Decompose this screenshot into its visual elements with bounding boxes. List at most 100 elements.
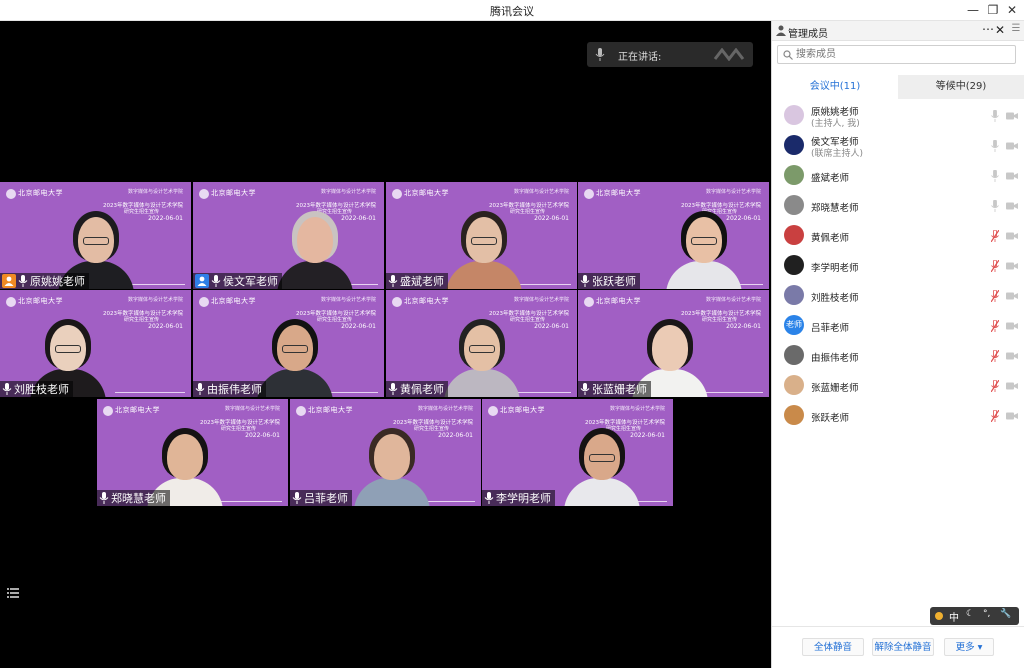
panel-menu-icon[interactable]: ☰ bbox=[1008, 23, 1024, 39]
panel-header: 管理成员 ⋯ ✕ ☰ bbox=[772, 21, 1024, 41]
camera-icon[interactable] bbox=[1006, 172, 1018, 180]
mic-muted-icon[interactable] bbox=[991, 320, 999, 332]
search-input[interactable] bbox=[796, 47, 1011, 62]
list-toggle-icon[interactable] bbox=[7, 587, 19, 599]
person-icon bbox=[776, 25, 786, 36]
video-tile[interactable]: 北京邮电大学 数字媒体与设计艺术学院 2023年数字媒体与设计艺术学院 研究生招… bbox=[0, 290, 191, 397]
video-tile[interactable]: 北京邮电大学 数字媒体与设计艺术学院 2023年数字媒体与设计艺术学院 研究生招… bbox=[386, 182, 577, 289]
member-row[interactable]: 李学明老师 bbox=[772, 251, 1024, 281]
more-button[interactable]: 更多 ▾ bbox=[944, 638, 994, 656]
member-row[interactable]: 张蓝姗老师 bbox=[772, 371, 1024, 401]
avatar bbox=[784, 225, 804, 245]
member-row[interactable]: 张跃老师 bbox=[772, 401, 1024, 431]
mic-icon[interactable] bbox=[991, 110, 999, 122]
camera-icon[interactable] bbox=[1006, 292, 1018, 300]
school-name: 北京邮电大学 bbox=[500, 406, 545, 414]
video-tile[interactable]: 北京邮电大学 数字媒体与设计艺术学院 2023年数字媒体与设计艺术学院 研究生招… bbox=[193, 182, 384, 289]
moon-icon[interactable]: ☾ bbox=[966, 609, 974, 619]
mic-muted-icon[interactable] bbox=[991, 230, 999, 242]
punctuation-icon[interactable]: °, bbox=[983, 609, 990, 619]
mic-icon[interactable] bbox=[991, 200, 999, 212]
participant-video bbox=[564, 426, 640, 506]
member-name: 黄佩老师 bbox=[811, 233, 850, 244]
participant-nametag: 侯文军老师 bbox=[193, 273, 282, 289]
camera-icon[interactable] bbox=[1006, 202, 1018, 210]
video-tile[interactable]: 北京邮电大学 数字媒体与设计艺术学院 2023年数字媒体与设计艺术学院 研究生招… bbox=[482, 399, 673, 506]
close-icon[interactable]: ✕ bbox=[1000, 0, 1024, 21]
event-date: 2022-06-01 bbox=[341, 323, 376, 330]
school-name: 北京邮电大学 bbox=[596, 189, 641, 197]
member-row[interactable]: 老师 吕菲老师 bbox=[772, 311, 1024, 341]
member-row[interactable]: 黄佩老师 bbox=[772, 221, 1024, 251]
wrench-icon[interactable]: 🔧 bbox=[1000, 609, 1011, 619]
more-options-icon[interactable]: ⋯ bbox=[982, 22, 994, 36]
member-role: (联席主持人) bbox=[811, 149, 864, 159]
mic-muted-icon[interactable] bbox=[991, 350, 999, 362]
video-tile[interactable]: 北京邮电大学 数字媒体与设计艺术学院 2023年数字媒体与设计艺术学院 研究生招… bbox=[578, 182, 769, 289]
school-logo-icon bbox=[199, 297, 209, 307]
mic-muted-icon[interactable] bbox=[991, 380, 999, 392]
school-logo-icon bbox=[392, 189, 402, 199]
member-row[interactable]: 由振伟老师 bbox=[772, 341, 1024, 371]
college-name: 数字媒体与设计艺术学院 bbox=[705, 189, 761, 195]
participant-name: 吕菲老师 bbox=[304, 492, 348, 505]
participant-nametag: 刘胜枝老师 bbox=[0, 381, 73, 397]
camera-icon[interactable] bbox=[1006, 352, 1018, 360]
avatar-text: 老师 bbox=[786, 320, 802, 329]
close-panel-icon[interactable]: ✕ bbox=[995, 23, 1005, 37]
mute-all-button[interactable]: 全体静音 bbox=[802, 638, 864, 656]
video-tile[interactable]: 北京邮电大学 数字媒体与设计艺术学院 2023年数字媒体与设计艺术学院 研究生招… bbox=[290, 399, 481, 506]
participant-nametag: 郑晓慧老师 bbox=[97, 490, 170, 506]
video-tile[interactable]: 北京邮电大学 数字媒体与设计艺术学院 2023年数字媒体与设计艺术学院 研究生招… bbox=[97, 399, 288, 506]
video-tile[interactable]: 北京邮电大学 数字媒体与设计艺术学院 2023年数字媒体与设计艺术学院 研究生招… bbox=[386, 290, 577, 397]
mic-icon bbox=[195, 383, 205, 395]
mic-icon bbox=[388, 275, 398, 287]
member-role: (主持人, 我) bbox=[811, 119, 860, 129]
avatar bbox=[784, 165, 804, 185]
ime-mode[interactable]: 中 bbox=[949, 609, 959, 624]
member-row[interactable]: 原姚姚老师 (主持人, 我) bbox=[772, 101, 1024, 131]
camera-icon[interactable] bbox=[1006, 412, 1018, 420]
camera-icon[interactable] bbox=[1006, 382, 1018, 390]
window-title: 腾讯会议 bbox=[490, 5, 534, 18]
avatar bbox=[784, 255, 804, 275]
manage-members-panel: 管理成员 ⋯ ✕ ☰ 会议中(11) 等候中(29) 原姚姚老师 (主持人, 我… bbox=[771, 21, 1024, 668]
event-date: 2022-06-01 bbox=[148, 215, 183, 222]
ime-toolbar: 中 ☾ °, 🔧 bbox=[930, 607, 1019, 625]
event-date: 2022-06-01 bbox=[245, 432, 280, 439]
camera-icon[interactable] bbox=[1006, 232, 1018, 240]
event-subtitle: 研究生招生宣传 bbox=[701, 317, 737, 323]
video-tile[interactable]: 北京邮电大学 数字媒体与设计艺术学院 2023年数字媒体与设计艺术学院 研究生招… bbox=[0, 182, 191, 289]
tab-in-meeting[interactable]: 会议中(11) bbox=[772, 75, 898, 99]
tab-waiting[interactable]: 等候中(29) bbox=[898, 75, 1024, 99]
mic-muted-icon[interactable] bbox=[991, 260, 999, 272]
mic-icon[interactable] bbox=[991, 140, 999, 152]
camera-icon[interactable] bbox=[1006, 262, 1018, 270]
member-row[interactable]: 侯文军老师 (联席主持人) bbox=[772, 131, 1024, 161]
skyline-graphic bbox=[212, 486, 282, 502]
participant-name: 刘胜枝老师 bbox=[14, 383, 69, 396]
member-name: 张蓝姗老师 bbox=[811, 383, 859, 394]
mic-icon[interactable] bbox=[991, 170, 999, 182]
school-name: 北京邮电大学 bbox=[308, 406, 353, 414]
camera-icon[interactable] bbox=[1006, 142, 1018, 150]
member-name: 刘胜枝老师 bbox=[811, 293, 859, 304]
school-logo-icon bbox=[6, 189, 16, 199]
mic-muted-icon[interactable] bbox=[991, 410, 999, 422]
school-logo-icon bbox=[488, 406, 498, 416]
mic-muted-icon[interactable] bbox=[991, 290, 999, 302]
camera-icon[interactable] bbox=[1006, 322, 1018, 330]
video-tile[interactable]: 北京邮电大学 数字媒体与设计艺术学院 2023年数字媒体与设计艺术学院 研究生招… bbox=[193, 290, 384, 397]
video-tile[interactable]: 北京邮电大学 数字媒体与设计艺术学院 2023年数字媒体与设计艺术学院 研究生招… bbox=[578, 290, 769, 397]
participant-video bbox=[277, 209, 353, 289]
unmute-all-button[interactable]: 解除全体静音 bbox=[872, 638, 934, 656]
school-name: 北京邮电大学 bbox=[596, 297, 641, 305]
member-row[interactable]: 刘胜枝老师 bbox=[772, 281, 1024, 311]
school-logo-icon bbox=[584, 297, 594, 307]
participant-name: 张跃老师 bbox=[592, 275, 636, 288]
camera-icon[interactable] bbox=[1006, 112, 1018, 120]
ime-logo-icon[interactable] bbox=[935, 612, 943, 620]
participant-name: 黄佩老师 bbox=[400, 383, 444, 396]
member-row[interactable]: 郑晓慧老师 bbox=[772, 191, 1024, 221]
member-row[interactable]: 盛斌老师 bbox=[772, 161, 1024, 191]
